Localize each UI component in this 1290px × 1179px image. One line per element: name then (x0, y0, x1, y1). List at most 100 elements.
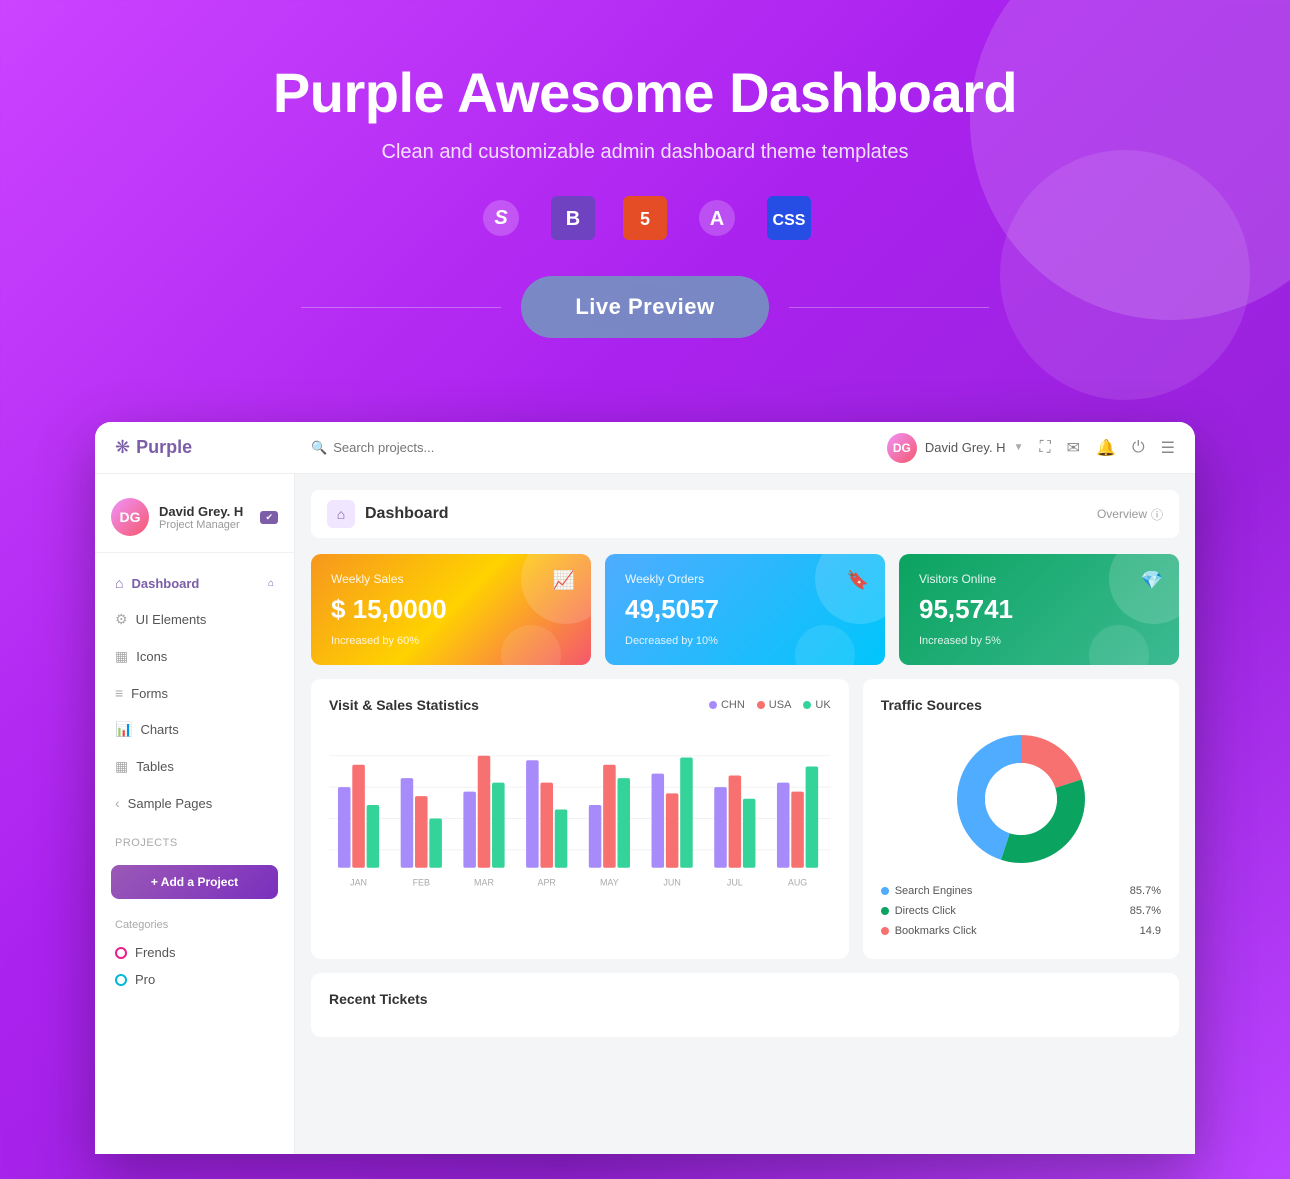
icons-nav-icon: ▦ (115, 648, 128, 665)
weekly-sales-label: Weekly Sales (331, 572, 571, 586)
visitors-change: Increased by 5% (919, 635, 1159, 647)
svg-text:JAN: JAN (350, 878, 367, 888)
weekly-sales-change: Increased by 60% (331, 635, 571, 647)
stat-card-weekly-sales: 📈 Weekly Sales $ 15,0000 Increased by 60… (311, 554, 591, 665)
navbar-logo: ❋ Purple (115, 437, 295, 458)
sidebar-item-label-icons: Icons (136, 649, 167, 664)
legend-label-chn: CHN (721, 699, 745, 711)
page-header: ⌂ Dashboard Overview ⓘ (311, 490, 1179, 538)
sidebar-item-label-tables: Tables (136, 759, 174, 774)
menu-icon[interactable]: ☰ (1161, 438, 1175, 458)
donut-chart-header: Traffic Sources (881, 697, 1161, 713)
recent-tickets-card: Recent Tickets (311, 973, 1179, 1037)
live-preview-button[interactable]: Live Preview (521, 276, 768, 338)
svg-text:JUN: JUN (663, 878, 680, 888)
sidebar-item-dashboard[interactable]: ⌂ Dashboard ⌂ (95, 565, 294, 601)
svg-text:JUL: JUL (727, 878, 743, 888)
sidebar: DG David Grey. H Project Manager ✔ ⌂ Das… (95, 474, 295, 1154)
sidebar-item-icons[interactable]: ▦ Icons (95, 638, 294, 675)
svg-text:APR: APR (538, 878, 557, 888)
ui-elements-nav-icon: ⚙ (115, 611, 128, 628)
hero-title: Purple Awesome Dashboard (20, 60, 1270, 125)
logo-icon: ❋ (115, 437, 130, 458)
logo-text: Purple (136, 437, 192, 458)
traffic-dot-bookmarks (881, 927, 889, 935)
traffic-value-direct: 85.7% (1130, 905, 1161, 917)
sidebar-categories-section: Categories Frends Pro (95, 907, 294, 1001)
traffic-item-direct: Directs Click 85.7% (881, 901, 1161, 921)
stat-card-weekly-orders: 🔖 Weekly Orders 49,5057 Decreased by 10% (605, 554, 885, 665)
page-header-icon: ⌂ (327, 500, 355, 528)
categories-label: Categories (115, 919, 274, 931)
traffic-value-search: 85.7% (1130, 885, 1161, 897)
power-icon[interactable]: ⏻ (1132, 439, 1145, 457)
sidebar-item-ui-elements[interactable]: ⚙ UI Elements (95, 601, 294, 638)
sidebar-user-name: David Grey. H (159, 504, 243, 519)
recent-tickets-title: Recent Tickets (329, 991, 1161, 1007)
charts-nav-icon: 📊 (115, 721, 132, 738)
traffic-dot-search (881, 887, 889, 895)
main-layout: DG David Grey. H Project Manager ✔ ⌂ Das… (95, 474, 1195, 1154)
hero-section: Purple Awesome Dashboard Clean and custo… (0, 0, 1290, 422)
preview-line-left (301, 307, 501, 308)
donut-chart-title: Traffic Sources (881, 697, 982, 713)
donut-chart-svg (951, 729, 1091, 869)
visitors-label: Visitors Online (919, 572, 1159, 586)
page-header-title: Dashboard (365, 505, 449, 523)
navbar-search-area[interactable]: 🔍 (311, 440, 871, 456)
stat-card-visitors: 💎 Visitors Online 95,5741 Increased by 5… (899, 554, 1179, 665)
sidebar-item-label-sample-pages: Sample Pages (128, 796, 213, 811)
search-input[interactable] (333, 440, 533, 455)
sidebar-user-badge: ✔ (260, 511, 278, 524)
bar-chart-legend: CHN USA UK (709, 699, 831, 711)
sidebar-item-tables[interactable]: ▦ Tables (95, 748, 294, 785)
sidebar-user-role: Project Manager (159, 519, 243, 531)
hero-subtitle: Clean and customizable admin dashboard t… (20, 141, 1270, 164)
forms-nav-icon: ≡ (115, 685, 123, 701)
expand-icon[interactable]: ⛶ (1039, 439, 1050, 457)
add-project-button[interactable]: + Add a Project (111, 865, 278, 899)
legend-usa: USA (757, 699, 792, 711)
legend-dot-uk (803, 701, 811, 709)
sidebar-item-charts[interactable]: 📊 Charts (95, 711, 294, 748)
donut-chart-card: Traffic Sources (863, 679, 1179, 959)
bar-chart-svg: JAN FEB MAR APR MAY JUN JUL AUG (329, 729, 831, 899)
sidebar-category-pro[interactable]: Pro (115, 966, 274, 993)
navbar-avatar: DG (887, 433, 917, 463)
dashboard-nav-indicator: ⌂ (268, 578, 274, 589)
traffic-sources-list: Search Engines 85.7% Directs Click (881, 881, 1161, 941)
category-label-pro: Pro (135, 972, 155, 987)
legend-chn: CHN (709, 699, 745, 711)
page-header-right: Overview ⓘ (1097, 506, 1163, 523)
sidebar-category-frends[interactable]: Frends (115, 939, 274, 966)
svg-text:MAY: MAY (600, 878, 619, 888)
svg-text:CSS: CSS (773, 212, 806, 229)
traffic-label-search: Search Engines (895, 885, 973, 897)
donut-chart-container: Search Engines 85.7% Directs Click (881, 729, 1161, 941)
mail-icon[interactable]: ✉ (1067, 438, 1080, 458)
svg-text:AUG: AUG (788, 878, 807, 888)
overview-label: Overview (1097, 507, 1147, 521)
info-icon: ⓘ (1151, 506, 1163, 523)
sidebar-item-label-dashboard: Dashboard (131, 576, 199, 591)
top-navbar: ❋ Purple 🔍 DG David Grey. H ▼ ⛶ ✉ 🔔 ⏻ ☰ (95, 422, 1195, 474)
bell-icon[interactable]: 🔔 (1096, 438, 1116, 458)
search-icon: 🔍 (311, 440, 327, 456)
navbar-username: David Grey. H (925, 440, 1006, 455)
navbar-user: DG David Grey. H ▼ (887, 433, 1024, 463)
svg-text:FEB: FEB (413, 878, 430, 888)
sidebar-item-sample-pages[interactable]: ‹ Sample Pages (95, 785, 294, 821)
css3-icon: CSS (767, 196, 811, 240)
legend-dot-usa (757, 701, 765, 709)
category-dot-frends (115, 947, 127, 959)
mockup-wrapper: ❋ Purple 🔍 DG David Grey. H ▼ ⛶ ✉ 🔔 ⏻ ☰ (0, 422, 1290, 1154)
category-label-frends: Frends (135, 945, 175, 960)
sidebar-projects-section: Projects (95, 821, 294, 857)
bar-chart-card: Visit & Sales Statistics CHN USA (311, 679, 849, 959)
sidebar-item-label-charts: Charts (140, 722, 178, 737)
legend-label-uk: UK (815, 699, 830, 711)
weekly-orders-label: Weekly Orders (625, 572, 865, 586)
sidebar-item-forms[interactable]: ≡ Forms (95, 675, 294, 711)
svg-text:A: A (710, 208, 724, 230)
traffic-label-bookmarks: Bookmarks Click (895, 925, 977, 937)
